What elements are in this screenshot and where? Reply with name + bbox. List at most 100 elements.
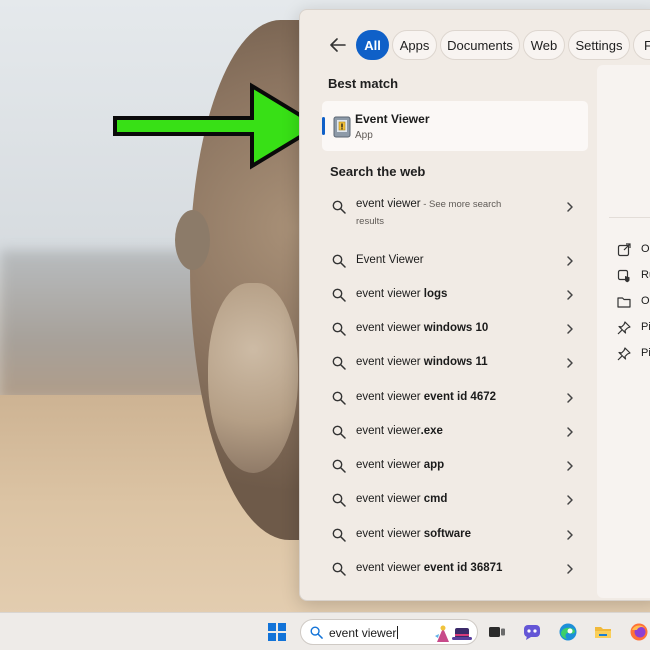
file-explorer-icon[interactable] bbox=[593, 622, 613, 642]
result-text-bold: windows 11 bbox=[423, 356, 488, 368]
best-match-heading: Best match bbox=[328, 76, 399, 91]
start-button[interactable] bbox=[268, 623, 286, 641]
selection-indicator bbox=[322, 117, 325, 135]
result-text: event viewer bbox=[356, 562, 424, 574]
windows-logo-icon bbox=[278, 623, 286, 631]
result-text: Event Viewer bbox=[356, 254, 424, 266]
action-open[interactable]: Op bbox=[617, 240, 650, 262]
event-viewer-icon bbox=[333, 116, 351, 138]
search-icon bbox=[332, 288, 346, 302]
chevron-right-icon bbox=[567, 202, 573, 212]
filter-chip-web[interactable]: Web bbox=[523, 30, 565, 60]
details-divider bbox=[609, 217, 650, 218]
action-run-as-admin[interactable]: Ru bbox=[617, 266, 650, 288]
chevron-right-icon bbox=[567, 290, 573, 300]
search-icon bbox=[332, 200, 346, 214]
search-icon bbox=[332, 391, 346, 405]
action-pin-label: Pi bbox=[641, 321, 650, 333]
web-result-item[interactable]: event viewer.exe bbox=[322, 415, 588, 449]
result-text: event viewer bbox=[356, 322, 424, 334]
action-open-file-location[interactable]: Op bbox=[617, 292, 650, 314]
folder-icon bbox=[617, 297, 631, 308]
best-match-app-type: App bbox=[355, 130, 373, 141]
edge-icon[interactable] bbox=[558, 622, 578, 642]
result-text-bold: event id 36871 bbox=[423, 562, 503, 574]
text-caret bbox=[397, 626, 399, 639]
result-text-bold: event id 4672 bbox=[423, 391, 496, 403]
result-text: event viewer bbox=[356, 528, 424, 540]
taskbar-search-input[interactable]: event viewer bbox=[329, 626, 396, 640]
firefox-icon[interactable] bbox=[629, 622, 649, 642]
search-icon bbox=[332, 356, 346, 370]
chevron-right-icon bbox=[567, 495, 573, 505]
search-icon bbox=[332, 322, 346, 336]
best-match-app-name: Event Viewer bbox=[355, 112, 430, 126]
result-text-bold: windows 10 bbox=[423, 322, 489, 334]
web-result-item[interactable]: event viewer cmd bbox=[322, 483, 588, 517]
search-icon bbox=[332, 425, 346, 439]
result-text-bold: app bbox=[423, 459, 445, 471]
green-arrow-annotation bbox=[113, 82, 322, 170]
chevron-right-icon bbox=[567, 358, 573, 368]
chevron-right-icon bbox=[567, 461, 573, 471]
windows-logo-icon bbox=[268, 623, 276, 631]
action-pin-to-taskbar[interactable]: Pi bbox=[617, 344, 650, 366]
chat-icon[interactable] bbox=[522, 622, 542, 642]
result-text-bold: software bbox=[423, 528, 472, 540]
search-icon bbox=[332, 493, 346, 507]
chevron-right-icon bbox=[567, 427, 573, 437]
search-icon bbox=[310, 626, 323, 639]
filter-chip-folders[interactable]: Fo bbox=[633, 30, 650, 60]
pin-icon bbox=[617, 321, 631, 335]
result-text: event viewer bbox=[356, 425, 421, 437]
filter-chip-documents[interactable]: Documents bbox=[440, 30, 520, 60]
back-button[interactable] bbox=[326, 33, 350, 57]
chevron-right-icon bbox=[567, 393, 573, 403]
search-the-web-heading: Search the web bbox=[330, 164, 426, 179]
chevron-right-icon bbox=[567, 564, 573, 574]
result-text: event viewer bbox=[356, 391, 424, 403]
result-text: event viewer bbox=[356, 356, 424, 368]
best-match-event-viewer[interactable]: Event Viewer App bbox=[322, 101, 588, 151]
task-view-icon[interactable] bbox=[487, 622, 507, 642]
chevron-right-icon bbox=[567, 256, 573, 266]
back-arrow-icon bbox=[330, 38, 346, 52]
chevron-right-icon bbox=[567, 324, 573, 334]
web-result-item[interactable]: event viewer app bbox=[322, 449, 588, 483]
search-icon bbox=[332, 254, 346, 268]
search-icon bbox=[332, 459, 346, 473]
result-text-bold: cmd bbox=[423, 493, 448, 505]
action-run-label: Ru bbox=[641, 269, 650, 281]
taskbar: event viewer bbox=[0, 612, 650, 650]
web-result-item[interactable]: event viewer windows 10 bbox=[322, 312, 588, 346]
web-result-item[interactable]: event viewer software bbox=[322, 518, 588, 552]
action-pin-to-start[interactable]: Pi bbox=[617, 318, 650, 340]
action-open-label: Op bbox=[641, 243, 650, 255]
result-hint: - See more search bbox=[420, 199, 502, 210]
filter-chip-apps[interactable]: Apps bbox=[392, 30, 437, 60]
web-result-item[interactable]: event viewer event id 36871 bbox=[322, 552, 588, 586]
result-text-bold: logs bbox=[423, 288, 448, 300]
windows-logo-icon bbox=[278, 633, 286, 641]
search-highlight-magician-icon bbox=[435, 625, 472, 642]
result-text: event viewer bbox=[356, 459, 424, 471]
filter-chip-settings[interactable]: Settings bbox=[568, 30, 630, 60]
chevron-right-icon bbox=[567, 530, 573, 540]
filter-chip-all[interactable]: All bbox=[356, 30, 389, 60]
result-text-bold: .exe bbox=[420, 425, 443, 437]
result-text: event viewer bbox=[356, 288, 424, 300]
taskbar-search-box[interactable]: event viewer bbox=[300, 619, 478, 645]
app-details-pane: Op Ru Op Pi Pi bbox=[597, 65, 650, 598]
result-hint-continued: results bbox=[356, 216, 384, 227]
result-text: event viewer bbox=[356, 493, 424, 505]
web-result-item[interactable]: event viewer logs bbox=[322, 278, 588, 312]
web-result-item[interactable]: event viewer event id 4672 bbox=[322, 381, 588, 415]
result-text: event viewer bbox=[356, 198, 421, 210]
run-as-admin-icon bbox=[617, 269, 630, 283]
web-result-item[interactable]: Event Viewer bbox=[322, 244, 588, 278]
search-filter-bar: All Apps Documents Web Settings Fo bbox=[300, 30, 650, 60]
action-pin-label: Pi bbox=[641, 347, 650, 359]
search-icon bbox=[332, 562, 346, 576]
web-result-item[interactable]: event viewer windows 11 bbox=[322, 346, 588, 380]
web-result-item[interactable]: event viewer - See more search results bbox=[322, 190, 588, 230]
